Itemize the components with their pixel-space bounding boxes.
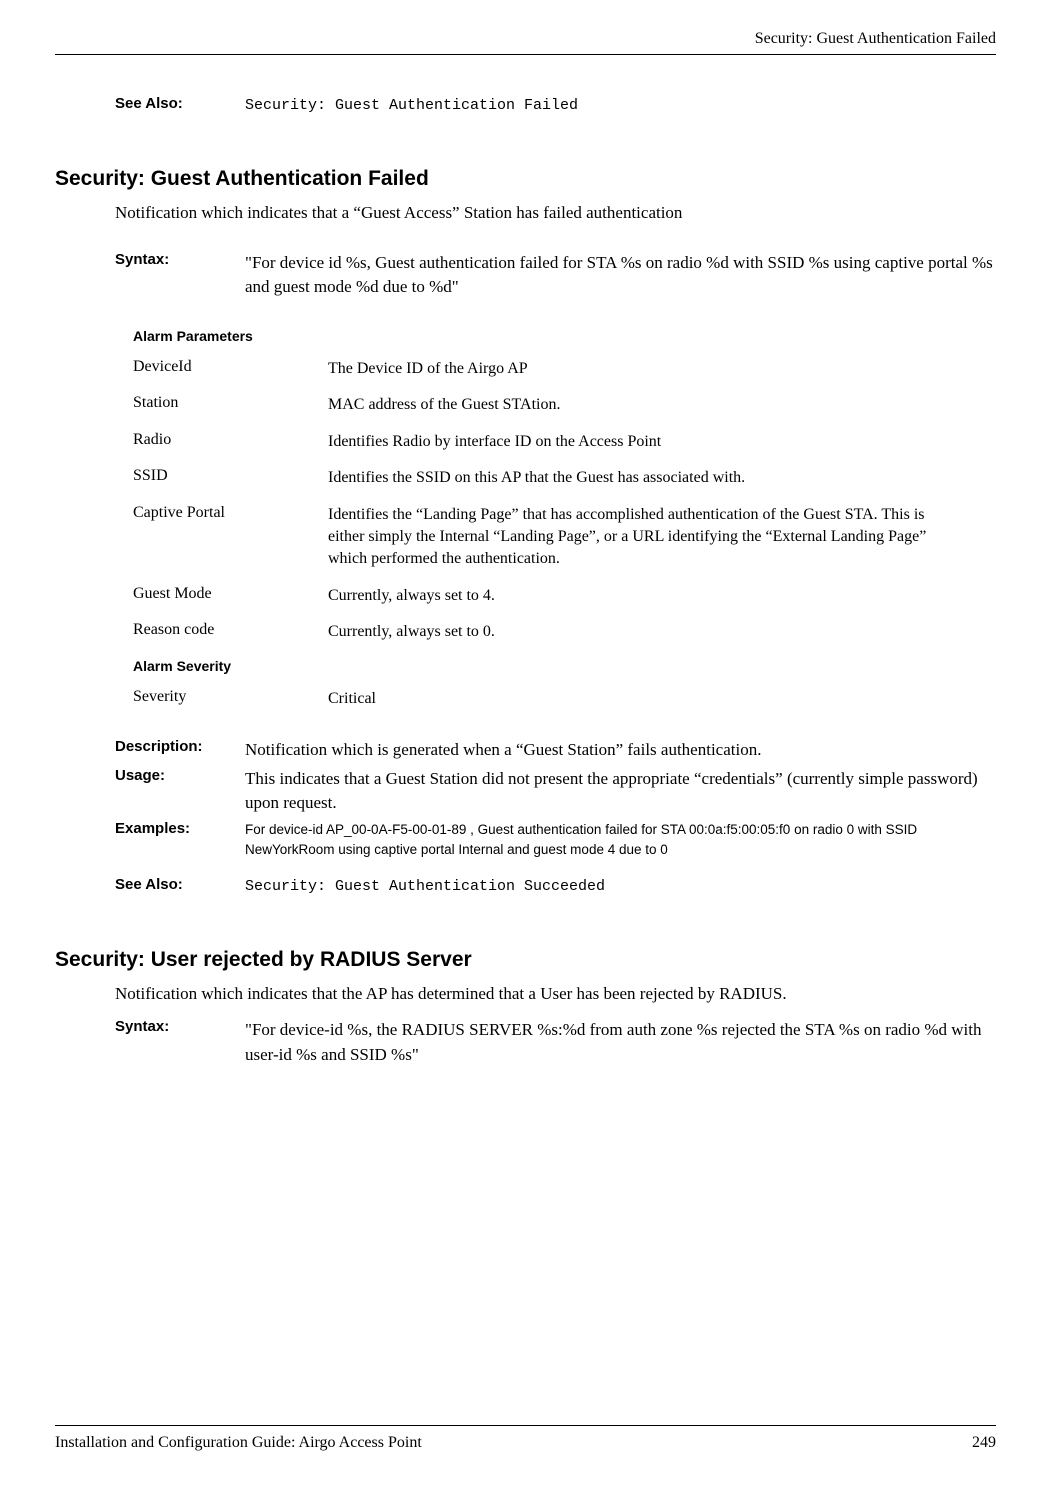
- description-label: Description:: [115, 738, 245, 763]
- syntax-value: "For device id %s, Guest authentication …: [245, 251, 996, 300]
- param-row: StationMAC address of the Guest STAtion.: [133, 394, 996, 416]
- severity-desc: Critical: [328, 688, 996, 710]
- section-intro: Notification which indicates that the AP…: [115, 984, 996, 1004]
- page-footer: Installation and Configuration Guide: Ai…: [55, 1425, 996, 1452]
- see-also-label: See Also:: [115, 95, 245, 117]
- alarm-parameters-header: Alarm Parameters: [133, 328, 996, 344]
- param-desc: The Device ID of the Airgo AP: [328, 358, 996, 380]
- param-name: Reason code: [133, 621, 328, 643]
- param-row: RadioIdentifies Radio by interface ID on…: [133, 431, 996, 453]
- param-name: DeviceId: [133, 358, 328, 380]
- footer-left: Installation and Configuration Guide: Ai…: [55, 1434, 422, 1452]
- section-intro: Notification which indicates that a “Gue…: [115, 203, 996, 223]
- param-desc: Identifies the SSID on this AP that the …: [328, 467, 996, 489]
- param-row: Reason codeCurrently, always set to 0.: [133, 621, 996, 643]
- severity-name: Severity: [133, 688, 328, 710]
- alarm-parameters-table: Alarm Parameters DeviceIdThe Device ID o…: [133, 328, 996, 710]
- examples-label: Examples:: [115, 820, 245, 861]
- syntax-value: "For device-id %s, the RADIUS SERVER %s:…: [245, 1018, 996, 1067]
- param-desc: Currently, always set to 0.: [328, 621, 996, 643]
- param-row: DeviceIdThe Device ID of the Airgo AP: [133, 358, 996, 380]
- param-desc: MAC address of the Guest STAtion.: [328, 394, 996, 416]
- syntax-label: Syntax:: [115, 1018, 245, 1067]
- page-header: Security: Guest Authentication Failed: [55, 30, 996, 55]
- param-name: Guest Mode: [133, 585, 328, 607]
- syntax-label: Syntax:: [115, 251, 245, 300]
- header-title: Security: Guest Authentication Failed: [755, 30, 996, 47]
- description-value: Notification which is generated when a “…: [245, 738, 996, 763]
- param-desc: Currently, always set to 4.: [328, 585, 996, 607]
- param-row: Captive PortalIdentifies the “Landing Pa…: [133, 504, 996, 571]
- param-desc: Identifies Radio by interface ID on the …: [328, 431, 996, 453]
- param-name: Station: [133, 394, 328, 416]
- param-name: Radio: [133, 431, 328, 453]
- see-also-value: Security: Guest Authentication Failed: [245, 95, 996, 117]
- see-also-label: See Also:: [115, 876, 245, 898]
- param-name: SSID: [133, 467, 328, 489]
- section-title: Security: User rejected by RADIUS Server: [55, 948, 996, 972]
- param-desc: Identifies the “Landing Page” that has a…: [328, 504, 996, 571]
- footer-page-number: 249: [972, 1434, 996, 1452]
- usage-label: Usage:: [115, 767, 245, 816]
- param-row: Guest ModeCurrently, always set to 4.: [133, 585, 996, 607]
- see-also-value: Security: Guest Authentication Succeeded: [245, 876, 996, 898]
- examples-value: For device-id AP_00-0A-F5-00-01-89 , Gue…: [245, 820, 996, 861]
- section-title: Security: Guest Authentication Failed: [55, 167, 996, 191]
- usage-value: This indicates that a Guest Station did …: [245, 767, 996, 816]
- alarm-severity-header: Alarm Severity: [133, 658, 996, 674]
- param-name: Captive Portal: [133, 504, 328, 571]
- param-row: SSIDIdentifies the SSID on this AP that …: [133, 467, 996, 489]
